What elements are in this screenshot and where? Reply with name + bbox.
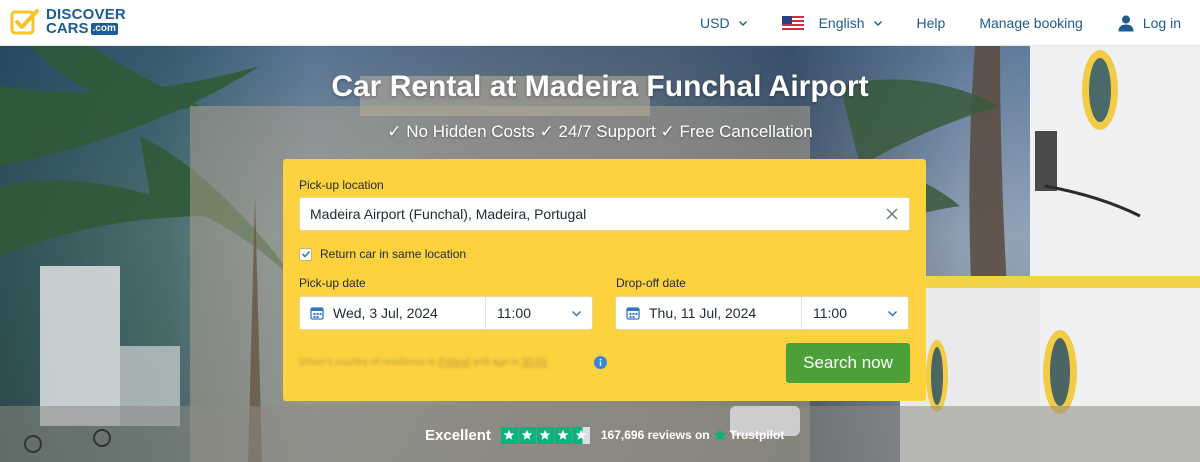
pickup-time-value: 11:00	[497, 305, 531, 321]
dropoff-time-value: 11:00	[813, 305, 847, 321]
logo-wordmark: DISCOVER CARS .com	[46, 7, 126, 37]
language-label: English	[818, 15, 865, 31]
residence-prefix: Driver's country of residence is	[299, 357, 436, 368]
us-flag-icon	[781, 16, 804, 30]
residence-mid: and age is	[472, 357, 519, 368]
login-link[interactable]: Log in	[1117, 14, 1181, 32]
logo-checkmark-icon	[10, 9, 39, 35]
dropoff-date-value: Thu, 11 Jul, 2024	[649, 305, 757, 321]
help-link[interactable]: Help	[917, 15, 946, 31]
chevron-down-icon	[571, 310, 582, 317]
chevron-down-icon	[887, 310, 898, 317]
logo-dotcom: .com	[90, 23, 118, 35]
currency-label: USD	[700, 15, 730, 31]
dropoff-date-field[interactable]: Thu, 11 Jul, 2024	[616, 297, 802, 329]
star-icon	[518, 426, 536, 444]
logo-cars: CARS	[46, 20, 89, 37]
dropoff-time-select[interactable]: 11:00	[802, 297, 908, 329]
chevron-down-icon	[873, 21, 882, 26]
logo-line2: CARS .com	[46, 20, 126, 37]
driver-residence-age: Driver's country of residence is Poland …	[299, 357, 550, 368]
calendar-icon	[626, 307, 640, 320]
pickup-date-label: Pick-up date	[299, 276, 366, 290]
manage-booking-link[interactable]: Manage booking	[979, 15, 1083, 31]
rating-word: Excellent	[425, 426, 491, 444]
pickup-date-value: Wed, 3 Jul, 2024	[333, 305, 438, 321]
star-icon	[554, 426, 572, 444]
dropoff-date-label: Drop-off date	[616, 276, 686, 290]
login-label: Log in	[1142, 15, 1181, 31]
residence-country-link[interactable]: Poland	[438, 357, 469, 368]
review-count: 167,696 reviews on	[600, 428, 710, 442]
star-icon	[500, 426, 518, 444]
site-header: DISCOVER CARS .com USD English Help Mana…	[0, 0, 1200, 46]
hero-benefits: ✓ No Hidden Costs ✓ 24/7 Support ✓ Free …	[387, 122, 813, 141]
hero-section: Car Rental at Madeira Funchal Airport ✓ …	[0, 46, 1200, 462]
return-same-location-checkbox[interactable]: Return car in same location	[299, 247, 466, 261]
trustpilot-brand: Trustpilot	[729, 428, 785, 442]
checkbox-box[interactable]	[299, 247, 312, 261]
rating-stars	[500, 426, 591, 444]
calendar-icon	[310, 307, 324, 320]
trustpilot-rating[interactable]: Excellent 167,696 reviews on Trustpilot	[425, 424, 784, 446]
checkmark-icon	[301, 250, 310, 258]
user-icon	[1118, 15, 1134, 32]
search-form: Pick-up location Return car in same loca…	[283, 159, 926, 401]
clear-location-icon[interactable]	[885, 207, 899, 221]
chevron-down-icon	[738, 21, 747, 26]
half-star-icon	[572, 426, 590, 444]
page-title: Car Rental at Madeira Funchal Airport	[331, 70, 869, 103]
pickup-time-select[interactable]: 11:00	[486, 297, 592, 329]
pickup-location-label: Pick-up location	[299, 178, 384, 192]
logo[interactable]: DISCOVER CARS .com	[10, 7, 126, 37]
info-icon[interactable]	[594, 356, 607, 369]
pickup-datetime: Wed, 3 Jul, 2024 11:00	[299, 296, 593, 330]
currency-selector[interactable]: USD	[700, 15, 748, 31]
search-now-button[interactable]: Search now	[786, 343, 910, 383]
trustpilot-star-icon	[713, 428, 726, 441]
language-selector[interactable]: English	[781, 15, 883, 31]
star-icon	[536, 426, 554, 444]
pickup-location-input[interactable]	[299, 197, 910, 231]
driver-age-link[interactable]: 30-65	[522, 357, 548, 368]
trustpilot-logo: Trustpilot	[713, 428, 785, 442]
dropoff-datetime: Thu, 11 Jul, 2024 11:00	[615, 296, 909, 330]
pickup-date-field[interactable]: Wed, 3 Jul, 2024	[300, 297, 486, 329]
top-nav: USD English Help Manage booking Log in	[700, 0, 1181, 46]
return-same-location-label: Return car in same location	[320, 247, 467, 261]
